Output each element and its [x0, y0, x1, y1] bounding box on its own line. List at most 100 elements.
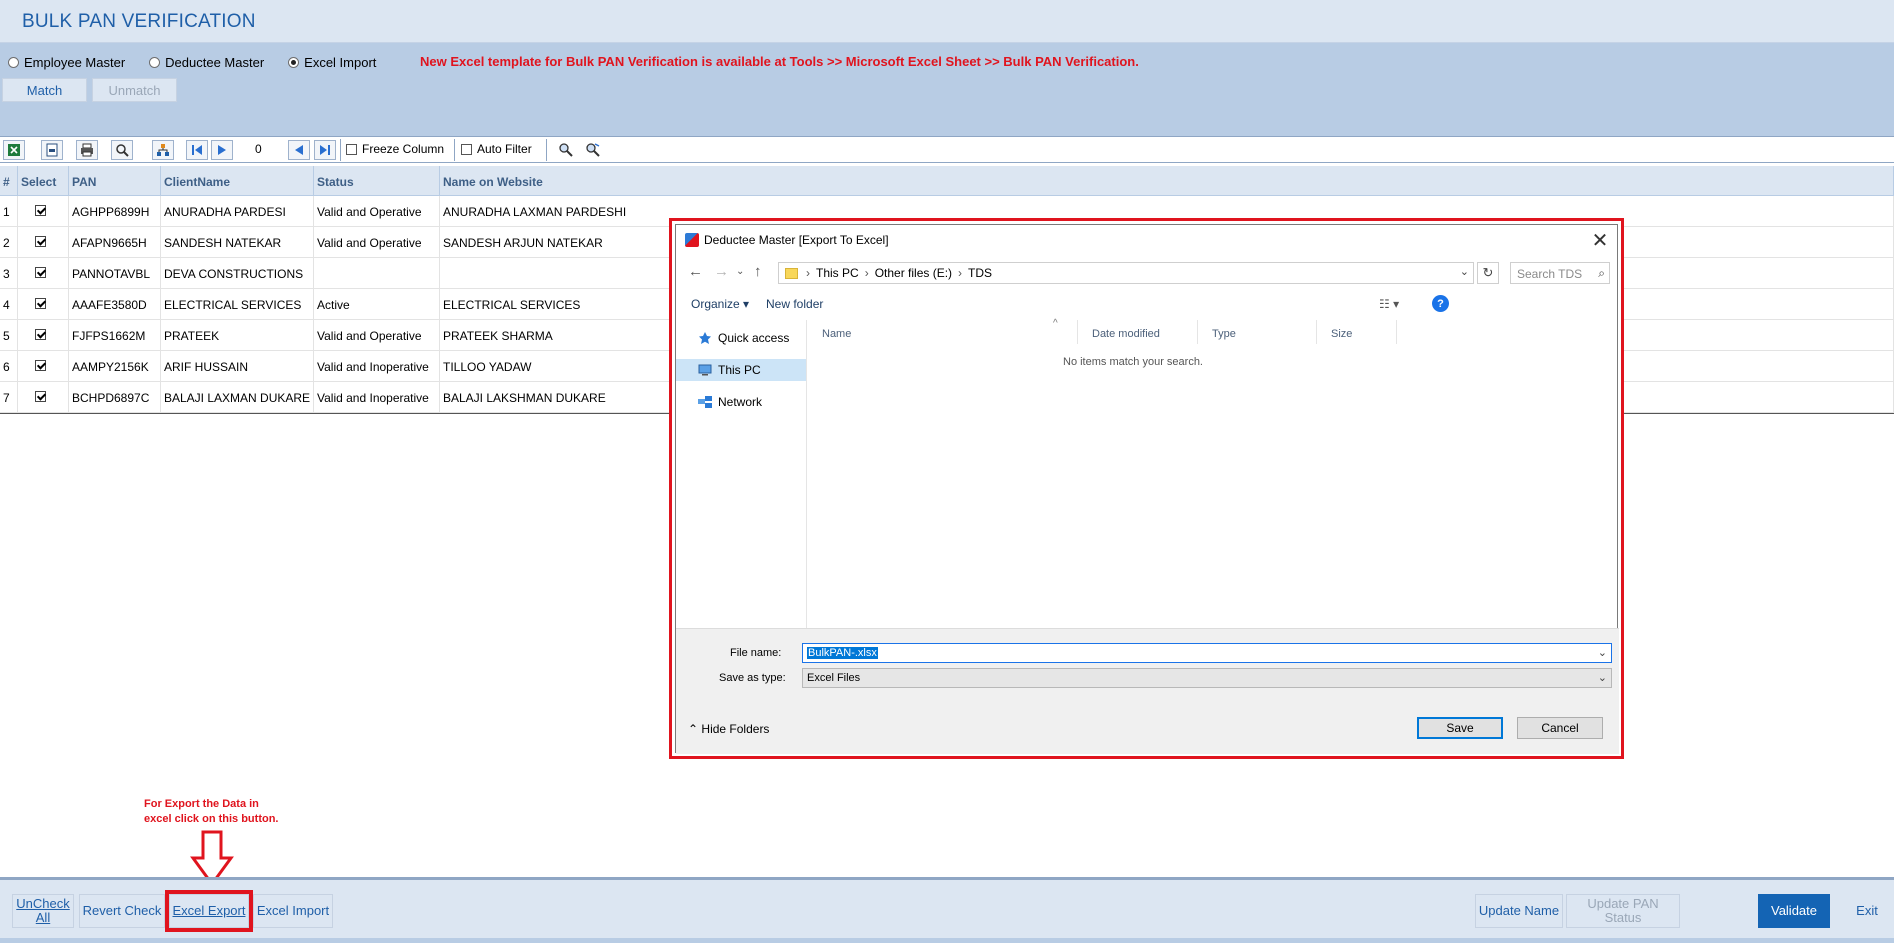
- record-number: 0: [255, 142, 262, 156]
- row-index: 3: [0, 258, 18, 288]
- nav-quick-access[interactable]: Quick access: [676, 327, 806, 349]
- print-icon[interactable]: [76, 140, 98, 160]
- first-record-icon[interactable]: [186, 140, 208, 160]
- up-arrow-icon[interactable]: ↑: [754, 263, 762, 280]
- tree-icon[interactable]: [152, 140, 174, 160]
- radio-dot[interactable]: [8, 56, 19, 68]
- row-index: 5: [0, 320, 18, 350]
- checked-checkbox[interactable]: [35, 267, 46, 278]
- row-select-checkbox[interactable]: [18, 227, 69, 257]
- checkbox-box[interactable]: [461, 143, 472, 155]
- refresh-icon[interactable]: ↻: [1477, 262, 1499, 284]
- breadcrumb-this-pc[interactable]: This PC: [816, 266, 859, 280]
- recent-chevron-icon[interactable]: ⌄: [736, 266, 744, 277]
- organize-menu[interactable]: Organize ▾: [691, 297, 749, 311]
- row-client-name: ANURADHA PARDESI: [161, 196, 314, 226]
- save-button[interactable]: Save: [1417, 717, 1503, 739]
- row-select-checkbox[interactable]: [18, 289, 69, 319]
- excel-icon[interactable]: [3, 140, 25, 160]
- col-header-pan[interactable]: PAN: [69, 166, 161, 195]
- nav-label: Quick access: [718, 331, 790, 345]
- validate-button[interactable]: Validate: [1758, 894, 1830, 928]
- radio-dot-selected[interactable]: [288, 56, 300, 68]
- row-client-name: BALAJI LAXMAN DUKARE: [161, 382, 314, 412]
- help-icon[interactable]: ?: [1432, 295, 1449, 312]
- hide-folders-toggle[interactable]: ⌃ Hide Folders: [688, 722, 769, 736]
- excel-import-button[interactable]: Excel Import: [253, 894, 333, 928]
- chevron-down-icon[interactable]: ⌄: [1598, 646, 1607, 659]
- row-client-name: ELECTRICAL SERVICES: [161, 289, 314, 319]
- row-select-checkbox[interactable]: [18, 196, 69, 226]
- employee-master-radio[interactable]: Employee Master: [8, 55, 125, 70]
- view-options-icon[interactable]: ☷ ▾: [1379, 297, 1399, 311]
- options-panel: Employee Master Deductee Master Excel Im…: [0, 43, 1894, 136]
- checked-checkbox[interactable]: [35, 298, 46, 309]
- back-arrow-icon[interactable]: ←: [688, 263, 703, 280]
- toolbar-separator: [546, 139, 547, 161]
- uncheck-all-button[interactable]: UnCheck All: [12, 894, 74, 928]
- revert-check-button[interactable]: Revert Check: [79, 894, 165, 928]
- radio-label: Excel Import: [304, 54, 377, 70]
- preview-icon[interactable]: [111, 140, 133, 160]
- nav-this-pc[interactable]: This PC: [676, 359, 806, 381]
- prev-arrow-icon[interactable]: [288, 140, 310, 160]
- checked-checkbox[interactable]: [35, 329, 46, 340]
- forward-arrow-icon[interactable]: →: [714, 263, 729, 280]
- checked-checkbox[interactable]: [35, 236, 46, 247]
- auto-filter-label: Auto Filter: [477, 142, 532, 156]
- search-icon: ⌕: [1598, 266, 1605, 280]
- excel-import-radio[interactable]: Excel Import: [288, 55, 376, 70]
- save-type-label: Save as type:: [719, 672, 786, 684]
- nav-network[interactable]: Network: [676, 391, 806, 413]
- dialog-title-bar: Deductee Master [Export To Excel] ✕: [676, 225, 1619, 255]
- col-header-index[interactable]: #: [0, 166, 18, 195]
- checked-checkbox[interactable]: [35, 205, 46, 216]
- breadcrumb-drive[interactable]: Other files (E:): [875, 266, 952, 280]
- row-select-checkbox[interactable]: [18, 320, 69, 350]
- breadcrumb[interactable]: › This PC › Other files (E:) › TDS ⌄: [778, 262, 1474, 284]
- chevron-down-icon[interactable]: ⌄: [1460, 265, 1469, 278]
- search-input[interactable]: Search TDS ⌕: [1510, 262, 1610, 284]
- exit-button[interactable]: Exit: [1842, 894, 1892, 928]
- next-record-icon[interactable]: [211, 140, 233, 160]
- auto-filter-checkbox[interactable]: Auto Filter: [461, 142, 532, 156]
- col-size[interactable]: Size: [1317, 320, 1397, 344]
- unmatch-button[interactable]: Unmatch: [92, 78, 177, 102]
- row-select-checkbox[interactable]: [18, 382, 69, 412]
- col-header-status[interactable]: Status: [314, 166, 440, 195]
- chevron-down-icon[interactable]: ⌄: [1598, 671, 1607, 684]
- find-next-icon[interactable]: [582, 140, 604, 160]
- update-name-button[interactable]: Update Name: [1475, 894, 1563, 928]
- update-pan-status-button[interactable]: Update PAN Status: [1566, 894, 1680, 928]
- col-header-client-name[interactable]: ClientName: [161, 166, 314, 195]
- freeze-column-checkbox[interactable]: Freeze Column: [346, 142, 444, 156]
- file-name-input[interactable]: BulkPAN-.xlsx ⌄: [802, 643, 1612, 663]
- col-type[interactable]: Type: [1198, 320, 1317, 344]
- checked-checkbox[interactable]: [35, 391, 46, 402]
- address-row: ← → ⌄ ↑ › This PC › Other files (E:) › T…: [676, 255, 1619, 289]
- checkbox-box[interactable]: [346, 143, 357, 155]
- row-select-checkbox[interactable]: [18, 351, 69, 381]
- cancel-button[interactable]: Cancel: [1517, 717, 1603, 739]
- radio-dot[interactable]: [149, 56, 161, 68]
- find-icon[interactable]: [555, 140, 577, 160]
- match-button[interactable]: Match: [2, 78, 87, 102]
- row-index: 6: [0, 351, 18, 381]
- save-type-select[interactable]: Excel Files ⌄: [802, 668, 1612, 688]
- close-icon[interactable]: ✕: [1589, 228, 1611, 253]
- new-folder-button[interactable]: New folder: [766, 297, 823, 311]
- row-status: Valid and Operative: [314, 196, 440, 226]
- save-as-dialog: Deductee Master [Export To Excel] ✕ ← → …: [675, 224, 1619, 754]
- pdf-icon[interactable]: [41, 140, 63, 160]
- row-select-checkbox[interactable]: [18, 258, 69, 288]
- col-header-name-on-website[interactable]: Name on Website: [440, 166, 1894, 195]
- col-header-select[interactable]: Select: [18, 166, 69, 195]
- checked-checkbox[interactable]: [35, 360, 46, 371]
- file-name-value: BulkPAN-.xlsx: [807, 647, 878, 659]
- nav-label: This PC: [718, 363, 761, 377]
- col-date-modified[interactable]: Date modified: [1078, 320, 1198, 344]
- col-name[interactable]: Name: [808, 320, 1078, 344]
- deductee-master-radio[interactable]: Deductee Master: [149, 55, 264, 70]
- last-record-icon[interactable]: [314, 140, 336, 160]
- breadcrumb-tds[interactable]: TDS: [968, 266, 992, 280]
